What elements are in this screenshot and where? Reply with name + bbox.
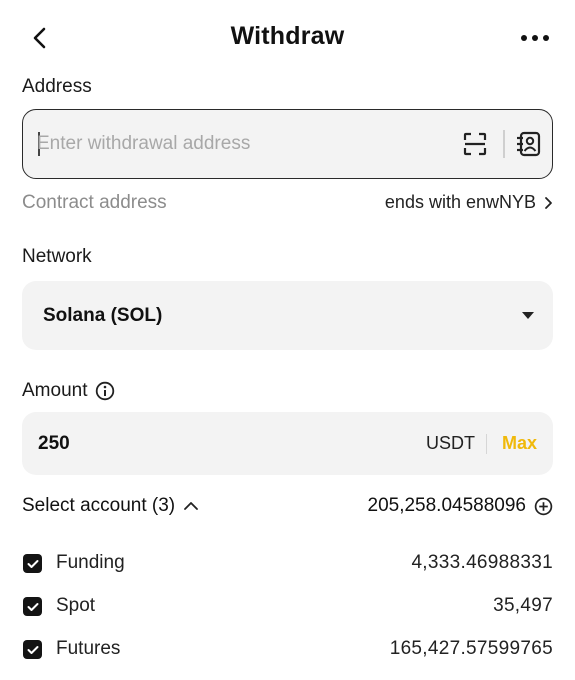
- amount-field[interactable]: USDT Max: [22, 412, 553, 475]
- info-icon[interactable]: [95, 381, 115, 401]
- account-checkbox[interactable]: [23, 554, 42, 573]
- address-book-icon: [517, 131, 541, 157]
- contract-address-row: Contract address ends with enwNYB: [22, 192, 553, 218]
- divider: [503, 130, 505, 158]
- account-total-value: 205,258.04588096: [367, 495, 527, 516]
- address-book-button[interactable]: [511, 127, 545, 161]
- chevron-right-icon: [545, 196, 552, 209]
- network-label: Network: [22, 246, 92, 267]
- more-dots-icon: [521, 35, 549, 41]
- select-account-toggle[interactable]: Select account (3): [22, 495, 199, 517]
- more-options-button[interactable]: [515, 24, 555, 52]
- account-balance: 35,497: [493, 595, 553, 616]
- account-total: 205,258.04588096: [368, 495, 554, 517]
- account-checkbox[interactable]: [23, 597, 42, 616]
- amount-label: Amount: [22, 380, 88, 401]
- scan-icon: [463, 132, 487, 156]
- network-select[interactable]: Solana (SOL): [22, 281, 553, 350]
- account-checkbox[interactable]: [23, 640, 42, 659]
- contract-address-label: Contract address: [22, 192, 167, 213]
- address-field[interactable]: [22, 109, 553, 179]
- account-row-spot: Spot 35,497: [22, 593, 553, 621]
- amount-label-row: Amount: [22, 377, 115, 405]
- max-button[interactable]: Max: [502, 433, 537, 454]
- address-label: Address: [22, 76, 92, 97]
- page-title: Withdraw: [230, 22, 345, 50]
- dropdown-caret-icon: [522, 312, 534, 319]
- chevron-up-icon: [184, 502, 199, 510]
- address-input[interactable]: [37, 110, 437, 177]
- check-icon: [27, 645, 38, 654]
- scan-button[interactable]: [459, 128, 491, 160]
- divider: [485, 434, 487, 454]
- account-name: Funding: [56, 552, 125, 573]
- amount-input[interactable]: [38, 412, 338, 475]
- account-name: Spot: [56, 595, 96, 616]
- check-icon: [27, 559, 38, 568]
- check-icon: [27, 602, 38, 611]
- amount-currency: USDT: [426, 433, 475, 453]
- header-bar: Withdraw: [0, 0, 575, 76]
- select-account-row: Select account (3) 205,258.04588096: [22, 494, 553, 522]
- network-selected-value: Solana (SOL): [43, 305, 163, 326]
- contract-address-value: ends with enwNYB: [384, 192, 536, 212]
- account-row-funding: Funding 4,333.46988331: [22, 550, 553, 578]
- contract-address-link[interactable]: ends with enwNYB: [385, 192, 553, 213]
- account-name: Futures: [56, 638, 121, 659]
- account-row-futures: Futures 165,427.57599765: [22, 636, 553, 664]
- account-balance: 4,333.46988331: [411, 552, 553, 573]
- add-account-button[interactable]: [533, 496, 553, 516]
- account-balance: 165,427.57599765: [389, 638, 553, 659]
- select-account-label: Select account (3): [22, 495, 176, 516]
- plus-circle-icon: [534, 497, 552, 515]
